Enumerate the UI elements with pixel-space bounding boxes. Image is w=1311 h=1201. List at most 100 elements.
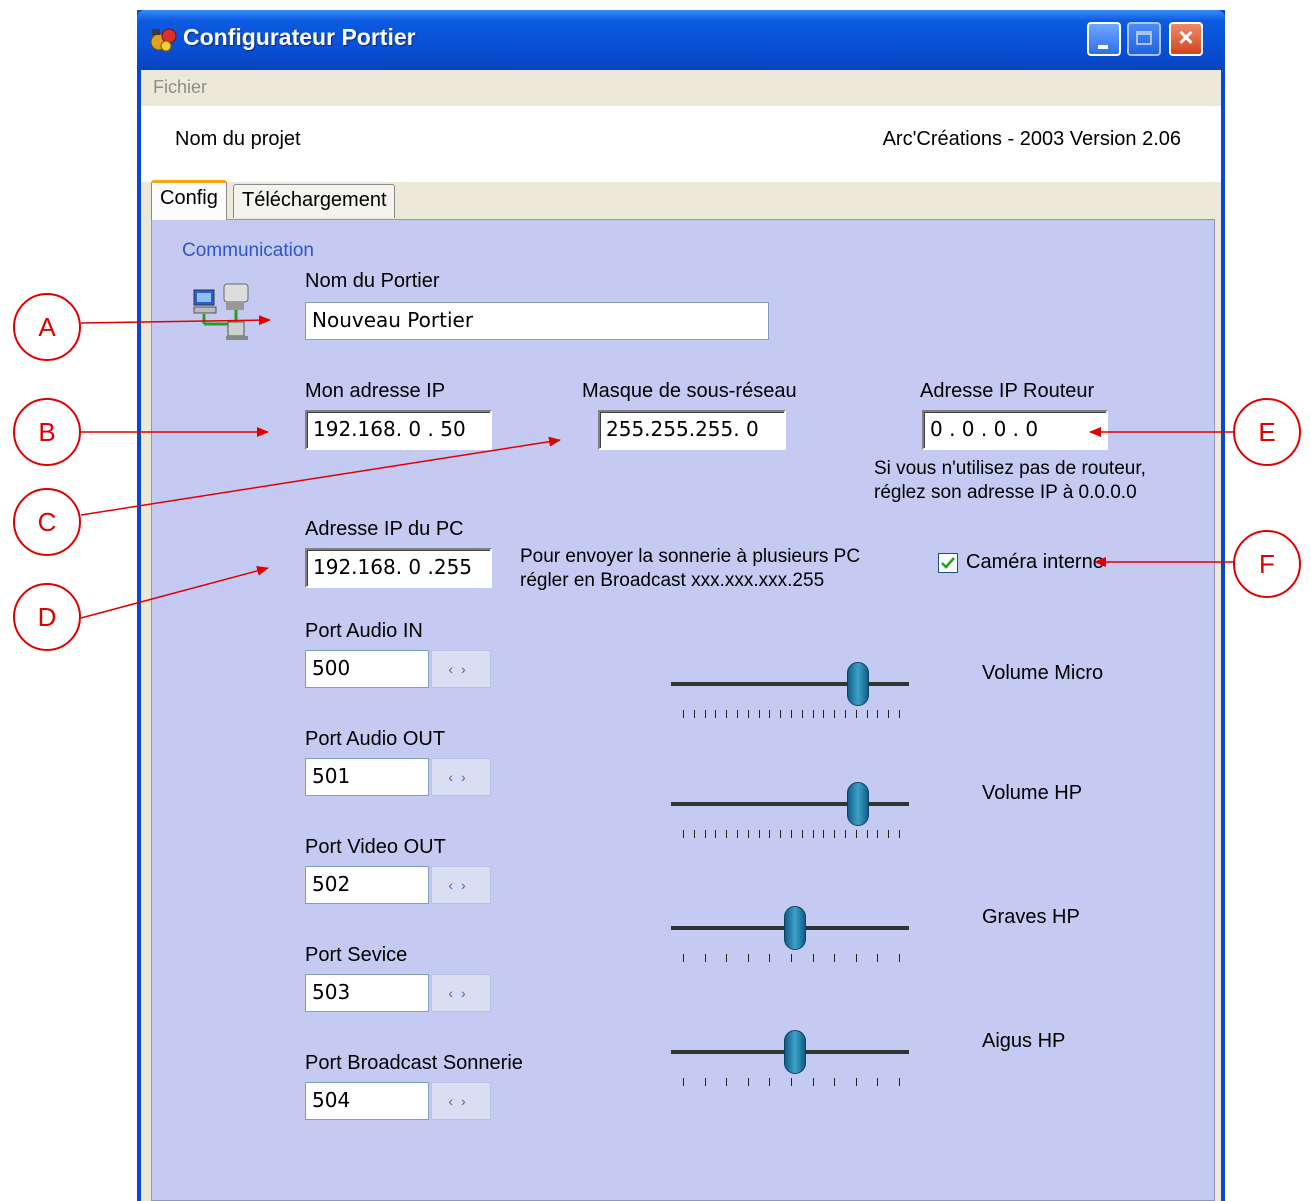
slider-tick [705, 1078, 706, 1086]
slider-tick [748, 1078, 749, 1086]
slider-tick [856, 710, 857, 718]
port-spin-buttons[interactable]: ‹› [431, 758, 491, 796]
port-input[interactable]: 502 [305, 866, 429, 904]
slider-tick [813, 1078, 814, 1086]
maximize-icon [1136, 31, 1152, 45]
window-title: Configurateur Portier [183, 24, 416, 50]
broadcast-hint-line1: Pour envoyer la sonnerie à plusieurs PC [520, 546, 861, 567]
annotation-a: A [13, 293, 81, 361]
slider-tick [726, 710, 727, 718]
slider-tick [694, 830, 695, 838]
slider-tick [834, 830, 835, 838]
slider-ticks [683, 1078, 900, 1086]
maximize-button[interactable] [1127, 22, 1161, 56]
slider-tick [899, 830, 900, 838]
slider-tick [845, 710, 846, 718]
slider-tick [877, 1078, 878, 1086]
slider-tick [823, 830, 824, 838]
close-button[interactable]: × [1169, 22, 1203, 56]
slider-tick [694, 710, 695, 718]
slider-track[interactable] [671, 802, 909, 806]
slider-tick [813, 830, 814, 838]
slider-tick [791, 710, 792, 718]
tab-download[interactable]: Téléchargement [233, 184, 395, 218]
broadcast-hint-line2: régler en Broadcast xxx.xxx.xxx.255 [520, 570, 825, 591]
slider-tick [856, 830, 857, 838]
slider-ticks [683, 710, 900, 718]
slider-tick [834, 1078, 835, 1086]
slider-tick [683, 1078, 684, 1086]
check-icon [941, 557, 955, 569]
router-hint-line1: Si vous n'utilisez pas de routeur, [874, 458, 1146, 479]
annotation-d: D [13, 583, 81, 651]
slider-tick [899, 1078, 900, 1086]
close-icon: × [1178, 22, 1194, 52]
menu-bar: Fichier [141, 70, 1221, 106]
slider-tick [683, 830, 684, 838]
slider-tick [899, 954, 900, 962]
router-ip-label: Adresse IP Routeur [920, 380, 1095, 402]
slider-tick [856, 954, 857, 962]
port-spin-buttons[interactable]: ‹› [431, 1082, 491, 1120]
my-ip-input[interactable]: 192.168. 0 . 50 [305, 410, 492, 450]
version-text: Arc'Créations - 2003 Version 2.06 [882, 128, 1181, 150]
slider-thumb[interactable] [847, 782, 869, 826]
port-input[interactable]: 504 [305, 1082, 429, 1120]
slider-thumb[interactable] [784, 1030, 806, 1074]
project-name: Nom du projet [175, 128, 301, 150]
port-input[interactable]: 501 [305, 758, 429, 796]
slider-tick [715, 830, 716, 838]
slider-label: Volume Micro [982, 662, 1104, 684]
door-name-label: Nom du Portier [305, 270, 440, 292]
tab-config[interactable]: Config [151, 180, 227, 220]
port-spin-buttons[interactable]: ‹› [431, 650, 491, 688]
app-window: Configurateur Portier × Fichier Nom du p… [137, 10, 1225, 1201]
slider-tick [705, 830, 706, 838]
subnet-input[interactable]: 255.255.255. 0 [598, 410, 786, 450]
slider-thumb[interactable] [847, 662, 869, 706]
slider-tick [780, 710, 781, 718]
slider-tick [780, 830, 781, 838]
title-bar[interactable]: Configurateur Portier × [137, 10, 1225, 70]
slider-tick [877, 954, 878, 962]
minimize-button[interactable] [1087, 22, 1121, 56]
pc-ip-label: Adresse IP du PC [305, 518, 464, 540]
slider-tick [888, 830, 889, 838]
slider-tick [813, 954, 814, 962]
slider-label: Graves HP [982, 906, 1080, 928]
router-ip-input[interactable]: 0 . 0 . 0 . 0 [922, 410, 1108, 450]
slider-tick [877, 830, 878, 838]
slider-tick [683, 710, 684, 718]
slider-tick [802, 830, 803, 838]
slider-tick [726, 1078, 727, 1086]
port-spin-buttons[interactable]: ‹› [431, 974, 491, 1012]
port-spin-buttons[interactable]: ‹› [431, 866, 491, 904]
config-panel: Communication Nom du Portier Nouveau Por… [151, 219, 1215, 1201]
slider-tick [791, 1078, 792, 1086]
slider-track[interactable] [671, 682, 909, 686]
slider-label: Volume HP [982, 782, 1083, 804]
camera-checkbox[interactable] [938, 553, 958, 573]
camera-label: Caméra interne [966, 551, 1104, 573]
slider-tick [791, 954, 792, 962]
slider-tick [823, 710, 824, 718]
slider-tick [813, 710, 814, 718]
pc-ip-input[interactable]: 192.168. 0 .255 [305, 548, 492, 588]
port-input[interactable]: 500 [305, 650, 429, 688]
header-strip: Nom du projet Arc'Créations - 2003 Versi… [141, 106, 1221, 182]
slider-tick [705, 710, 706, 718]
slider-tick [802, 710, 803, 718]
annotation-f: F [1233, 530, 1301, 598]
slider-tick [683, 954, 684, 962]
slider-tick [748, 710, 749, 718]
menu-file[interactable]: Fichier [153, 77, 207, 98]
slider-ticks [683, 954, 900, 962]
slider-tick [705, 954, 706, 962]
slider-tick [867, 710, 868, 718]
slider-thumb[interactable] [784, 906, 806, 950]
slider-tick [726, 954, 727, 962]
port-input[interactable]: 503 [305, 974, 429, 1012]
port-label: Port Audio IN [305, 620, 423, 642]
door-name-input[interactable]: Nouveau Portier [305, 302, 769, 340]
slider-ticks [683, 830, 900, 838]
